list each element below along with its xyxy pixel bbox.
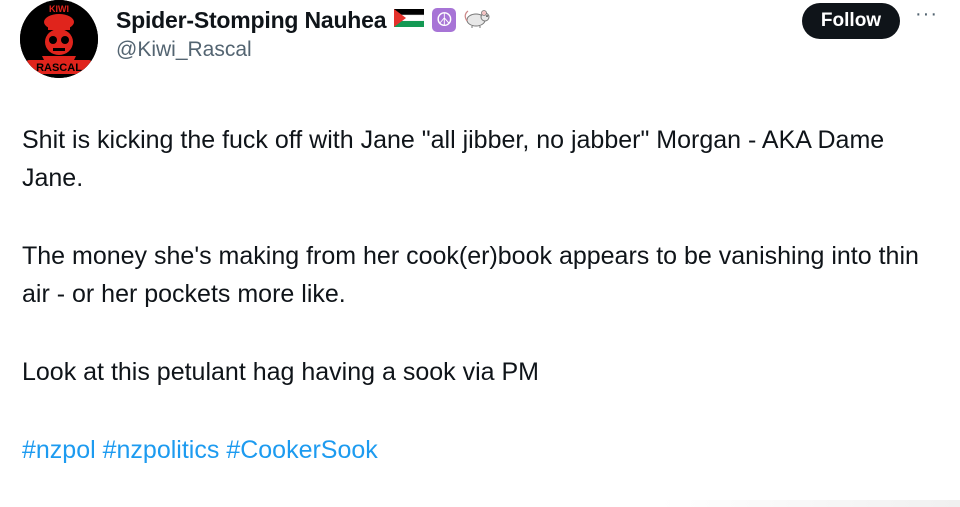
hashtag-link[interactable]: #nzpolitics [103,436,220,464]
palestine-flag-icon [394,8,425,32]
tweet-paragraph: The money she's making from her cook(er)… [22,242,919,308]
follow-button[interactable]: Follow [802,3,900,39]
bottom-fade [660,500,960,507]
avatar-text-bottom: RASCAL [36,62,82,74]
author-block: Spider-Stomping Nauhea ☮ @Kiwi_Rascal [116,4,492,62]
rat-icon [464,7,492,34]
hashtag-link[interactable]: #CookerSook [226,436,377,464]
handle[interactable]: @Kiwi_Rascal [116,38,492,62]
hashtag-row: #nzpol #nzpolitics #CookerSook [22,431,952,469]
avatar[interactable]: KIWI RASCAL [20,0,98,78]
name-row: Spider-Stomping Nauhea ☮ [116,4,492,36]
more-options-icon[interactable]: ··· [915,4,941,28]
hashtag-link[interactable]: #nzpol [22,436,96,464]
display-name[interactable]: Spider-Stomping Nauhea [116,7,387,34]
tweet-paragraph: Shit is kicking the fuck off with Jane "… [22,126,885,192]
tweet-text: Shit is kicking the fuck off with Jane "… [22,121,952,507]
peace-sign-icon: ☮ [432,8,457,32]
tweet-card: KIWI RASCAL Spider-Stomping Nauhea ☮ @Ki… [0,0,960,507]
tweet-paragraph: Look at this petulant hag having a sook … [22,358,539,386]
avatar-text-top: KIWI [49,4,69,14]
